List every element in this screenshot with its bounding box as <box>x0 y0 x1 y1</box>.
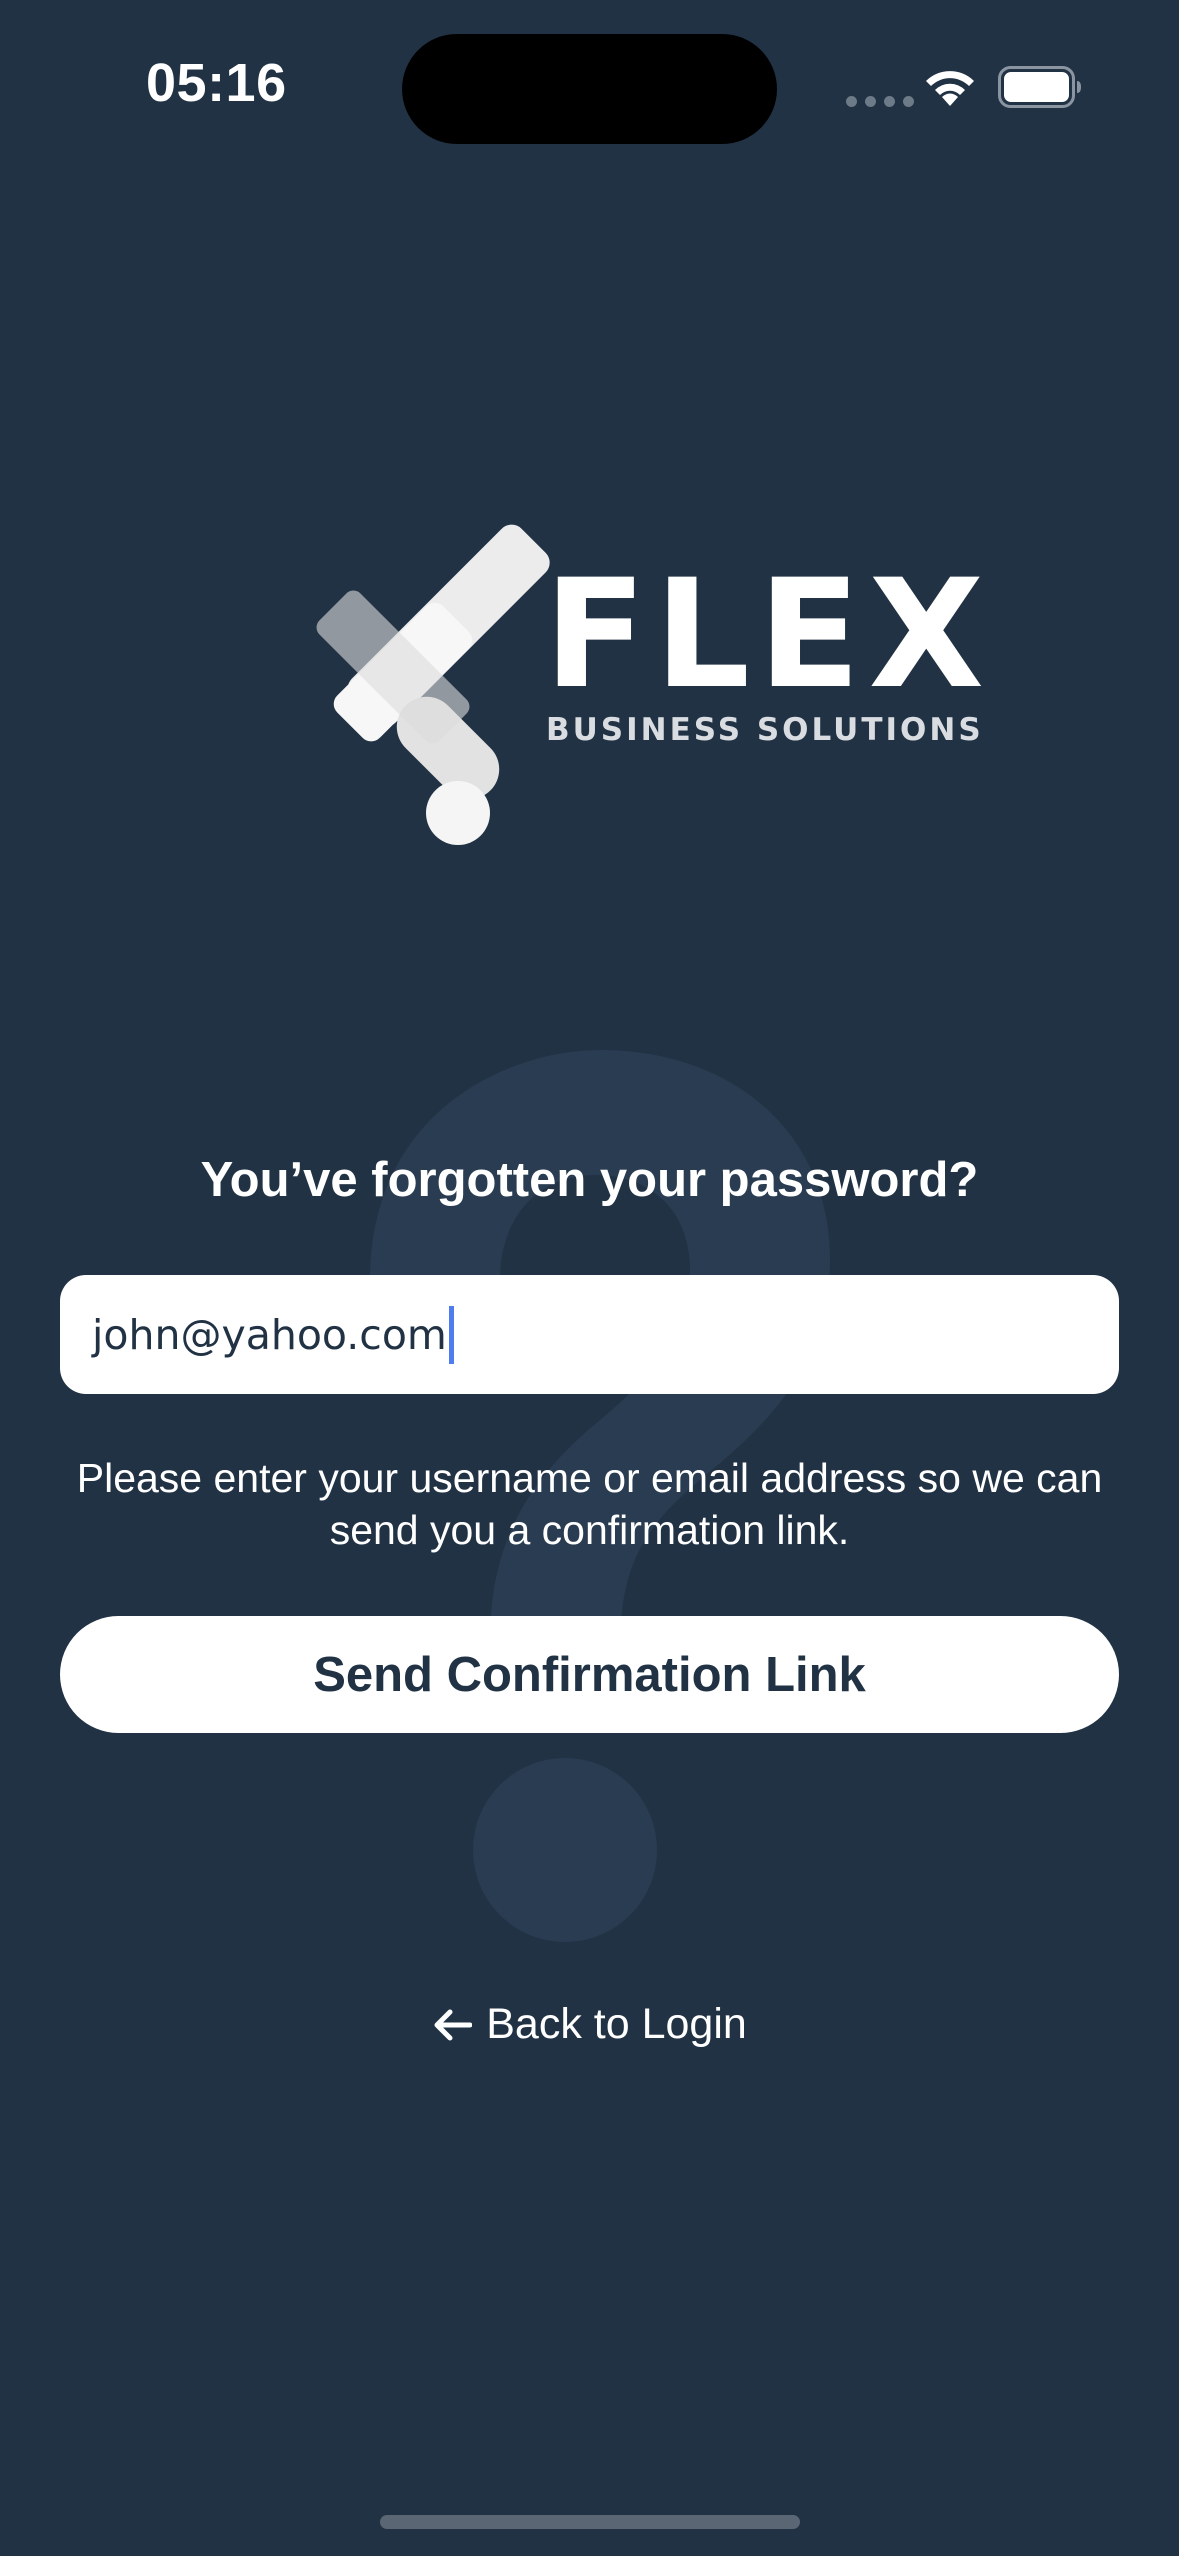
forgot-password-screen: 05:16 FLEX BUSINESS SOLUTIONS You’ve for… <box>0 0 1179 2556</box>
username-email-input[interactable]: john@yahoo.com <box>60 1275 1119 1394</box>
back-to-login-label: Back to Login <box>486 2000 747 2048</box>
arrow-left-icon <box>434 2009 473 2040</box>
battery-icon <box>998 66 1081 108</box>
page-title: You’ve forgotten your password? <box>200 1153 979 1207</box>
dynamic-island <box>402 34 777 144</box>
helper-text: Please enter your username or email addr… <box>76 1455 1103 1553</box>
home-indicator[interactable] <box>380 2515 800 2529</box>
back-to-login-link[interactable]: Back to Login <box>0 2000 1179 2049</box>
signal-dots-icon <box>846 96 914 107</box>
logo-wordmark: FLEX <box>544 548 993 722</box>
email-input-value: john@yahoo.com <box>92 1310 447 1359</box>
text-caret <box>448 1305 454 1364</box>
status-time: 05:16 <box>146 53 287 113</box>
wifi-icon <box>926 71 974 106</box>
logo-tagline: BUSINESS SOLUTIONS <box>546 712 984 748</box>
send-confirmation-link-button[interactable]: Send Confirmation Link <box>60 1616 1119 1733</box>
